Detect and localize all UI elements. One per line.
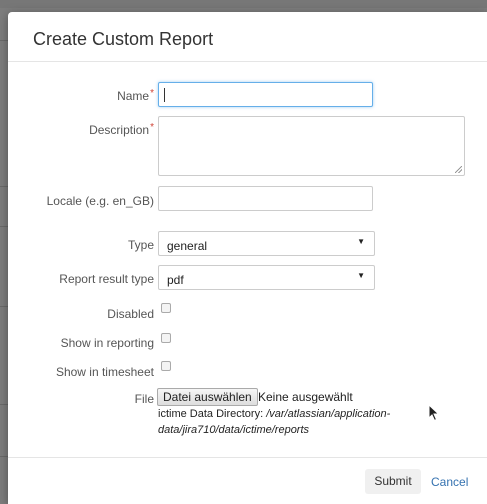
dropdown-arrow-icon: ▼: [357, 271, 365, 280]
dialog-footer: Submit Cancel: [8, 457, 487, 504]
create-custom-report-dialog: Create Custom Report Name* Description* …: [8, 12, 487, 504]
file-label: File: [134, 392, 154, 406]
resize-handle-icon[interactable]: [455, 166, 462, 173]
file-status-text: Keine ausgewählt: [258, 390, 353, 404]
required-marker: *: [150, 122, 154, 133]
choose-file-button[interactable]: Datei auswählen: [157, 388, 258, 406]
description-textarea[interactable]: [158, 116, 465, 176]
disabled-checkbox[interactable]: [161, 303, 171, 313]
show-in-timesheet-label: Show in timesheet: [55, 365, 154, 379]
type-select[interactable]: general ▼: [158, 231, 375, 256]
name-input[interactable]: [158, 82, 373, 107]
submit-button[interactable]: Submit: [365, 469, 421, 494]
dialog-title: Create Custom Report: [33, 29, 214, 49]
name-label: Name*: [117, 88, 154, 103]
data-directory-label: ictime Data Directory:: [158, 408, 267, 420]
required-marker: *: [150, 88, 154, 99]
report-result-type-label: Report result type: [59, 272, 154, 286]
show-in-timesheet-checkbox[interactable]: [161, 361, 171, 371]
report-result-type-selected-value: pdf: [167, 273, 184, 287]
dialog-header: Create Custom Report: [8, 12, 487, 62]
background-header: [0, 0, 487, 8]
mouse-pointer-icon: [428, 404, 440, 422]
text-caret: [164, 88, 165, 102]
cancel-link[interactable]: Cancel: [431, 475, 468, 489]
type-selected-value: general: [167, 239, 208, 253]
type-label: Type: [127, 238, 154, 252]
report-result-type-select[interactable]: pdf ▼: [158, 265, 375, 290]
locale-input[interactable]: [158, 186, 373, 211]
description-label: Description*: [89, 122, 154, 137]
locale-label: Locale (e.g. en_GB): [46, 194, 154, 208]
show-in-reporting-label: Show in reporting: [60, 336, 154, 350]
disabled-label: Disabled: [107, 307, 154, 321]
data-directory-hint: ictime Data Directory: /var/atlassian/ap…: [158, 406, 428, 438]
show-in-reporting-checkbox[interactable]: [161, 333, 171, 343]
dropdown-arrow-icon: ▼: [357, 237, 365, 246]
